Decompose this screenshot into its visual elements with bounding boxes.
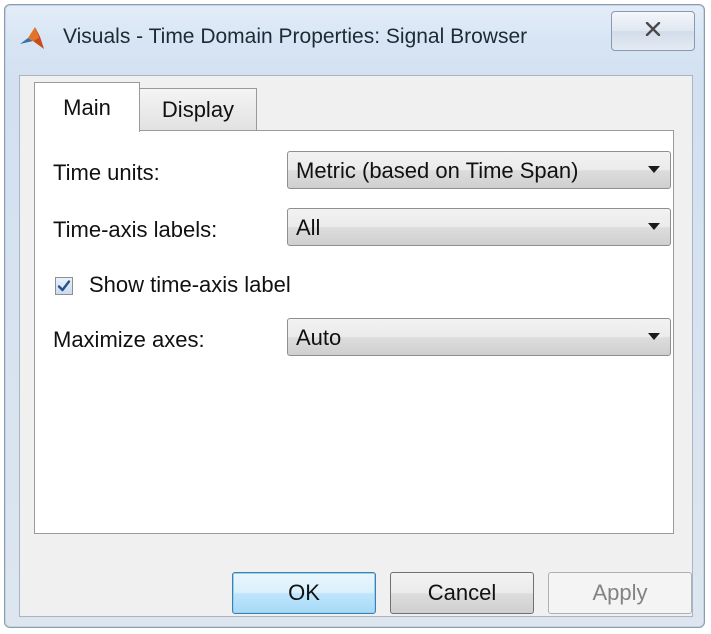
time-axis-labels-label: Time-axis labels: [53, 217, 218, 242]
check-mark-icon [57, 280, 71, 292]
dropdown-arrow-icon [648, 223, 660, 230]
ok-button[interactable]: OK [232, 572, 376, 614]
matlab-membrane-icon [19, 25, 45, 51]
cancel-button[interactable]: Cancel [390, 572, 534, 614]
close-icon [645, 21, 661, 41]
tab-display[interactable]: Display [139, 88, 257, 130]
main-tab-panel: Time units: Metric (based on Time Span) … [34, 130, 674, 534]
dialog-window: Visuals - Time Domain Properties: Signal… [4, 4, 705, 628]
time-units-label: Time units: [53, 160, 160, 185]
maximize-axes-dropdown[interactable]: Auto [287, 318, 671, 356]
show-time-axis-label-checkbox[interactable] [55, 277, 73, 295]
title-bar[interactable]: Visuals - Time Domain Properties: Signal… [5, 5, 704, 75]
maximize-axes-label: Maximize axes: [53, 327, 205, 352]
time-units-dropdown[interactable]: Metric (based on Time Span) [287, 151, 671, 189]
time-units-value: Metric (based on Time Span) [296, 158, 579, 183]
close-button[interactable] [611, 11, 695, 51]
tab-main-label: Main [63, 94, 111, 120]
dropdown-arrow-icon [648, 333, 660, 340]
tab-display-label: Display [161, 96, 235, 122]
time-axis-labels-dropdown[interactable]: All [287, 208, 671, 246]
window-title: Visuals - Time Domain Properties: Signal… [63, 25, 528, 48]
tab-main[interactable]: Main [34, 82, 140, 132]
maximize-axes-value: Auto [296, 325, 342, 350]
dropdown-arrow-icon [648, 166, 660, 173]
time-axis-labels-value: All [296, 215, 321, 240]
show-time-axis-label-text[interactable]: Show time-axis label [89, 272, 291, 298]
apply-button[interactable]: Apply [548, 572, 692, 614]
dialog-client-area: Main Display Time units: Metric (based o… [19, 75, 693, 617]
